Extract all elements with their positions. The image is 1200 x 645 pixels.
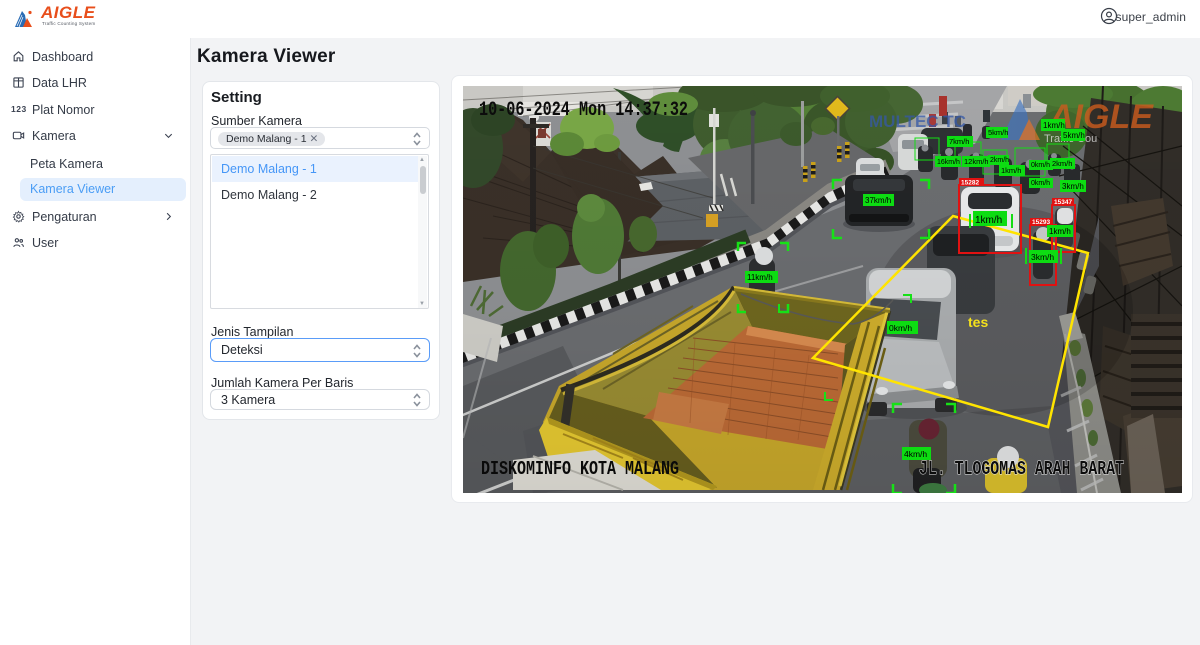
svg-text:1km/h: 1km/h xyxy=(975,215,1002,226)
svg-text:15293: 15293 xyxy=(1032,219,1050,226)
svg-text:2km/h: 2km/h xyxy=(1052,159,1072,168)
svg-text:0km/h: 0km/h xyxy=(1031,162,1050,169)
svg-text:12km/h: 12km/h xyxy=(964,157,989,166)
svg-text:DISKOMINFO KOTA MALANG: DISKOMINFO KOTA MALANG xyxy=(481,458,679,480)
svg-text:0km/h: 0km/h xyxy=(1031,180,1050,187)
svg-text:5km/h: 5km/h xyxy=(988,128,1008,137)
svg-text:1km/h: 1km/h xyxy=(1049,227,1071,236)
svg-text:2km/h: 2km/h xyxy=(990,157,1009,164)
svg-text:4km/h: 4km/h xyxy=(904,449,927,459)
svg-text:MULTEC TC: MULTEC TC xyxy=(869,112,966,131)
svg-text:3km/h: 3km/h xyxy=(1062,182,1084,191)
svg-text:15347: 15347 xyxy=(1054,199,1072,206)
svg-text:16km/h: 16km/h xyxy=(937,159,960,166)
svg-text:37km/h: 37km/h xyxy=(865,196,891,205)
svg-text:tes: tes xyxy=(968,314,988,330)
svg-text:3km/h: 3km/h xyxy=(1031,252,1054,262)
svg-text:1km/h: 1km/h xyxy=(1043,121,1065,130)
svg-text:0km/h: 0km/h xyxy=(889,323,912,333)
svg-text:1km/h: 1km/h xyxy=(1001,166,1021,175)
svg-text:5km/h: 5km/h xyxy=(1063,131,1085,140)
svg-text:10-06-2024 Mon 14:37:32: 10-06-2024 Mon 14:37:32 xyxy=(479,99,688,122)
svg-text:7km/h: 7km/h xyxy=(949,137,969,146)
svg-text:JL. TLOGOMAS ARAH BARAT: JL. TLOGOMAS ARAH BARAT xyxy=(919,458,1124,480)
svg-text:15282: 15282 xyxy=(961,180,979,187)
svg-text:11km/h: 11km/h xyxy=(747,273,773,282)
